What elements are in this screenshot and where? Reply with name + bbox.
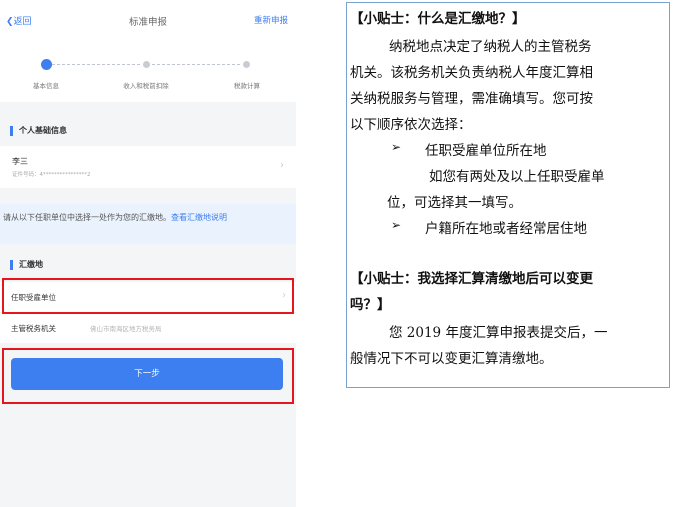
personal-info-section-header: 个人基础信息 [0, 118, 296, 144]
tip1-line: 关纳税服务与管理，需准确填写。您可按 [350, 91, 593, 107]
tip2-line: 您 2019 年度汇算申报表提交后，一 [389, 325, 608, 341]
page-title: 标准申报 [128, 17, 167, 28]
tip2-title: 【小贴士：我选择汇算清缴地后可以变更 [350, 271, 593, 287]
phone-screenshot: ❮返回 标准申报 重新申报 基本信息 收入和税前扣除 税款计算 个人基础信息 李… [0, 0, 296, 507]
section-title: 个人基础信息 [19, 126, 67, 135]
highlight-box-next-button [2, 348, 294, 404]
step-dot [243, 61, 250, 68]
tip1-title: 【小贴士：什么是汇缴地？】 [350, 11, 526, 27]
option-employer-note: 如您有两处及以上任职受雇单 [429, 169, 605, 185]
progress-steps: 基本信息 收入和税前扣除 税款计算 [0, 42, 296, 102]
tips-panel: 【小贴士：什么是汇缴地？】 纳税地点决定了纳税人的主管税务 机关。该税务机关负责… [346, 2, 670, 388]
person-card[interactable]: 李三 证件号码：4****************2 › [0, 146, 296, 188]
section-bar [10, 126, 13, 136]
highlight-box-employer [2, 278, 294, 314]
remit-section-header: 汇缴地 [0, 252, 296, 278]
tip2-line: 般情况下不可以变更汇算清缴地。 [350, 351, 553, 367]
arrow-bullet-icon: ➢ [391, 218, 402, 232]
option-employer-note: 位，可选择其一填写。 [387, 195, 522, 211]
tax-authority-label: 主管税务机关 [11, 324, 56, 333]
arrow-bullet-icon: ➢ [391, 140, 402, 154]
section-title: 汇缴地 [19, 260, 43, 269]
section-bar [10, 260, 13, 270]
redo-declaration-button[interactable]: 重新申报 [254, 14, 288, 26]
step-connector [52, 64, 140, 65]
step-dot-active [41, 59, 52, 70]
tip1-line: 纳税地点决定了纳税人的主管税务 [389, 39, 592, 55]
tax-authority-row: 主管税务机关 佛山市南海区地方税务局 [0, 313, 296, 343]
step-label-tax-calc: 税款计算 [234, 82, 260, 90]
tip1-line: 以下顺序依次选择： [350, 117, 472, 133]
step-connector [152, 64, 240, 65]
step-label-income: 收入和税前扣除 [123, 82, 169, 90]
tip2-title: 吗？】 [350, 297, 391, 313]
person-name: 李三 [12, 157, 28, 166]
notice-text: 请从以下任职单位中选择一处作为您的汇缴地。 [3, 213, 171, 222]
option-residence: 户籍所在地或者经常居住地 [425, 221, 587, 237]
tip1-line: 机关。该税务机关负责纳税人年度汇算相 [350, 65, 593, 81]
remit-explanation-link[interactable]: 查看汇缴地说明 [171, 213, 227, 222]
option-employer: 任职受雇单位所在地 [425, 143, 547, 159]
chevron-right-icon: › [280, 160, 284, 171]
tax-authority-value: 佛山市南海区地方税务局 [90, 325, 162, 333]
step-dot [143, 61, 150, 68]
notice-banner: 请从以下任职单位中选择一处作为您的汇缴地。查看汇缴地说明 [0, 204, 296, 244]
nav-bar: ❮返回 标准申报 重新申报 [0, 0, 296, 42]
person-id-number: 证件号码：4****************2 [12, 172, 91, 178]
step-label-basic-info: 基本信息 [33, 82, 59, 90]
